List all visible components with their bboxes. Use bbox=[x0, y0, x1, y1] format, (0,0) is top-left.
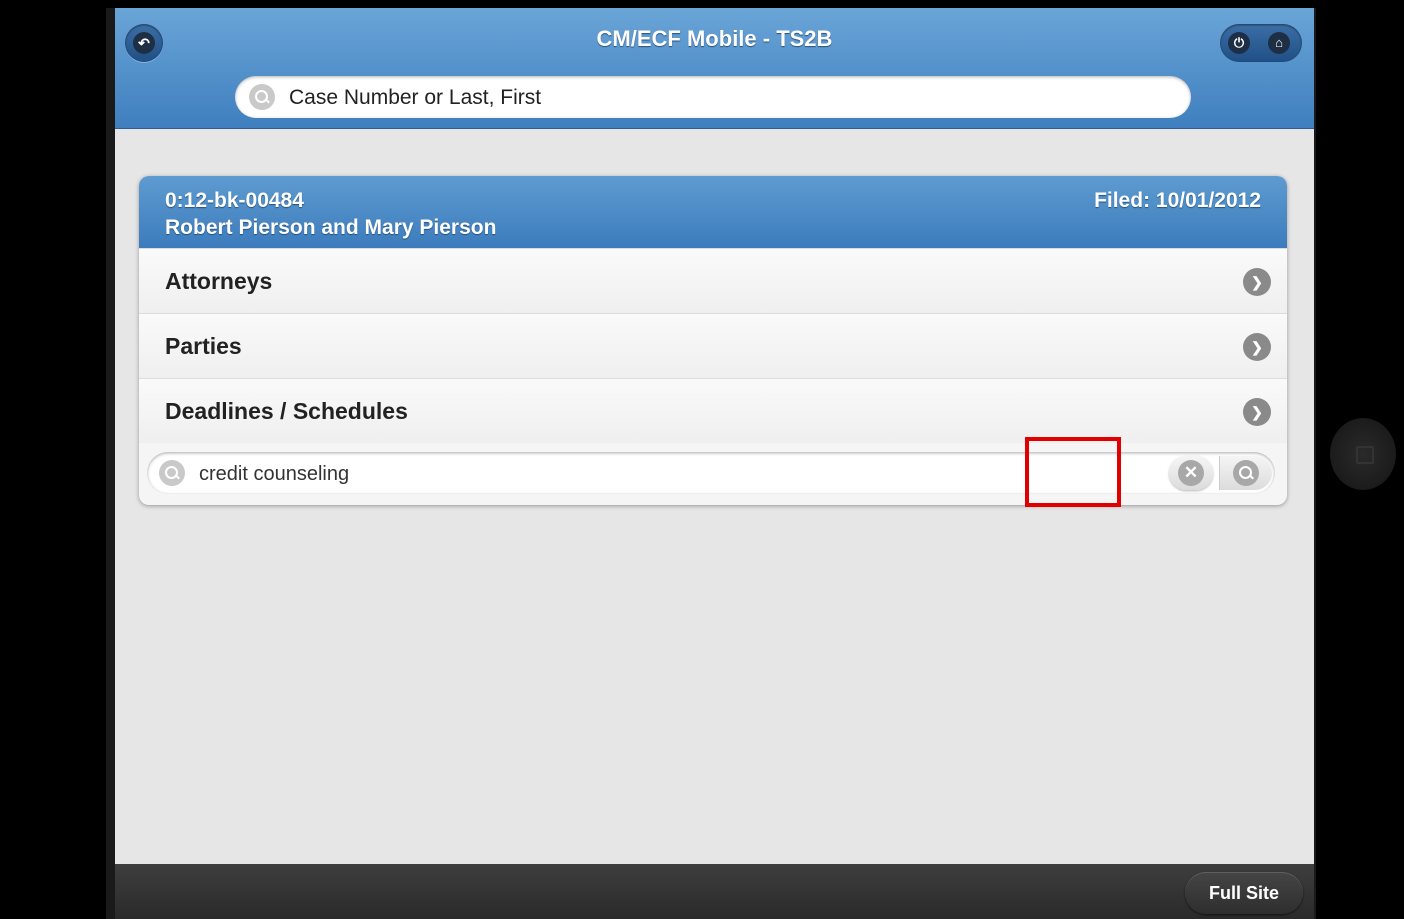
footer-bar: Full Site bbox=[115, 864, 1314, 919]
list-item-label: Parties bbox=[165, 333, 242, 359]
case-search-field[interactable] bbox=[235, 76, 1191, 118]
page-title: CM/ECF Mobile - TS2B bbox=[596, 26, 833, 51]
chevron-right-icon: ❯ bbox=[1243, 398, 1271, 426]
docket-filter-input[interactable] bbox=[197, 456, 1151, 492]
list-item-label: Attorneys bbox=[165, 268, 273, 294]
list-item-attorneys[interactable]: Attorneys ❯ bbox=[139, 248, 1287, 313]
list-item-parties[interactable]: Parties ❯ bbox=[139, 313, 1287, 378]
clear-icon: ✕ bbox=[1178, 460, 1204, 486]
power-icon[interactable]: ⏻ bbox=[1228, 32, 1250, 54]
list-item-deadlines-schedules[interactable]: Deadlines / Schedules ❯ bbox=[139, 378, 1287, 443]
filed-date: Filed: 10/01/2012 bbox=[1094, 189, 1261, 212]
highlight-box bbox=[1025, 437, 1121, 507]
search-icon bbox=[249, 84, 275, 110]
device-home-button[interactable] bbox=[1330, 418, 1396, 490]
home-icon[interactable]: ⌂ bbox=[1268, 32, 1290, 54]
clear-button[interactable]: ✕ bbox=[1169, 456, 1213, 490]
chevron-right-icon: ❯ bbox=[1243, 268, 1271, 296]
chevron-right-icon: ❯ bbox=[1243, 333, 1271, 361]
full-site-button[interactable]: Full Site bbox=[1185, 872, 1303, 914]
case-header: 0:12-bk-00484 Robert Pierson and Mary Pi… bbox=[139, 176, 1287, 248]
case-search-input[interactable] bbox=[287, 80, 1171, 116]
search-icon bbox=[159, 460, 185, 486]
list-item-label: Deadlines / Schedules bbox=[165, 398, 408, 424]
app-screen: ↶ CM/ECF Mobile - TS2B ⏻ ⌂ 0:12-bk-00484… bbox=[115, 8, 1314, 919]
search-button[interactable] bbox=[1219, 456, 1272, 490]
header-button-group: ⏻ ⌂ bbox=[1220, 24, 1302, 62]
header-bar: ↶ CM/ECF Mobile - TS2B ⏻ ⌂ bbox=[115, 8, 1314, 129]
search-icon bbox=[1233, 460, 1259, 486]
case-name: Robert Pierson and Mary Pierson bbox=[165, 216, 497, 239]
case-number: 0:12-bk-00484 bbox=[165, 189, 304, 212]
